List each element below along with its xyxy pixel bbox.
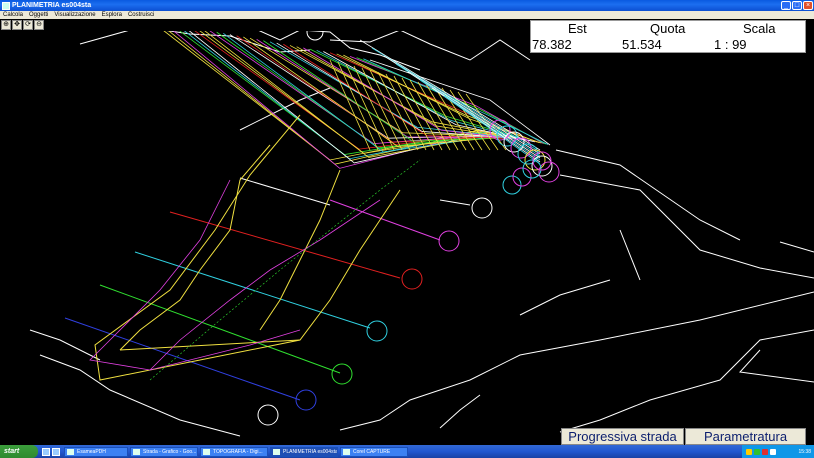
tray-icon[interactable] — [746, 448, 752, 455]
app-icon — [2, 1, 10, 10]
menu-visualizzazione[interactable]: Visualizzazione — [51, 12, 98, 18]
tray-icon[interactable] — [754, 448, 760, 455]
desktop-icon[interactable] — [42, 447, 50, 456]
tray-icon[interactable] — [762, 448, 768, 455]
menu-bar: Calcola Oggetti Visualizzazione Esplora … — [0, 11, 814, 19]
clock: 15:38 — [798, 448, 811, 455]
refresh-icon[interactable]: ⟳ — [23, 20, 33, 30]
task-label: EsameaPDH — [77, 448, 106, 455]
menu-costruisci[interactable]: Costruisci — [125, 12, 157, 18]
quota-header: Quota — [650, 21, 686, 36]
scala-header: Scala — [743, 21, 776, 36]
taskbar: start EsameaPDH Strada - Grafico - Goo..… — [0, 445, 814, 458]
est-header: Est — [568, 21, 587, 36]
scala-value: 1 : 99 — [714, 37, 747, 52]
road-fan-lines — [149, 19, 551, 169]
tray-icon[interactable] — [770, 448, 776, 455]
pan-icon[interactable]: ✥ — [12, 20, 22, 30]
menu-calcola[interactable]: Calcola — [0, 12, 26, 18]
zoom-out-icon[interactable]: ⊖ — [34, 20, 44, 30]
menu-oggetti[interactable]: Oggetti — [26, 12, 51, 18]
maximize-button[interactable]: □ — [792, 1, 802, 10]
minimize-button[interactable]: _ — [781, 1, 791, 10]
menu-esplora[interactable]: Esplora — [99, 12, 125, 18]
browser-icon[interactable] — [52, 447, 60, 456]
ray-line — [443, 95, 541, 165]
close-button[interactable]: × — [803, 1, 813, 10]
est-value: 78.382 — [532, 37, 572, 52]
task-topografia[interactable]: TOPOGRAFIA - Digi... — [200, 446, 268, 457]
window-title: PLANIMETRIA es004sta — [12, 2, 92, 9]
progressiva-strada-button[interactable]: Progressiva strada — [561, 428, 684, 445]
system-tray: 15:38 — [742, 445, 814, 458]
task-label: Corel CAPTURE — [353, 448, 391, 455]
terrain-white-lines — [29, 19, 814, 437]
coordinate-panel: Est Quota Scala 78.382 51.534 1 : 99 — [530, 20, 806, 53]
start-button[interactable]: start — [0, 445, 38, 458]
start-label: start — [4, 448, 20, 455]
title-bar[interactable]: PLANIMETRIA es004sta _ □ × — [0, 0, 814, 11]
quick-launch — [38, 447, 64, 456]
task-esameapdh[interactable]: EsameaPDH — [64, 446, 128, 457]
task-corel-capture[interactable]: Corel CAPTURE — [340, 446, 408, 457]
task-label: TOPOGRAFIA - Digi... — [213, 448, 263, 455]
zoom-icon[interactable]: ⊕ — [1, 20, 11, 30]
task-label: Strada - Grafico - Goo... — [143, 448, 197, 455]
task-label: PLANIMETRIA es004sta — [283, 448, 338, 455]
drawing-canvas[interactable] — [0, 19, 814, 445]
task-planimetria[interactable]: PLANIMETRIA es004sta — [270, 446, 338, 457]
parametratura-button[interactable]: Parametratura — [685, 428, 806, 445]
fan-line — [216, 31, 502, 149]
section-circle — [538, 161, 560, 183]
mesh-line — [465, 93, 507, 151]
task-strada[interactable]: Strada - Grafico - Goo... — [130, 446, 198, 457]
quota-value: 51.534 — [622, 37, 662, 52]
application-window: PLANIMETRIA es004sta _ □ × Calcola Ogget… — [0, 0, 814, 458]
